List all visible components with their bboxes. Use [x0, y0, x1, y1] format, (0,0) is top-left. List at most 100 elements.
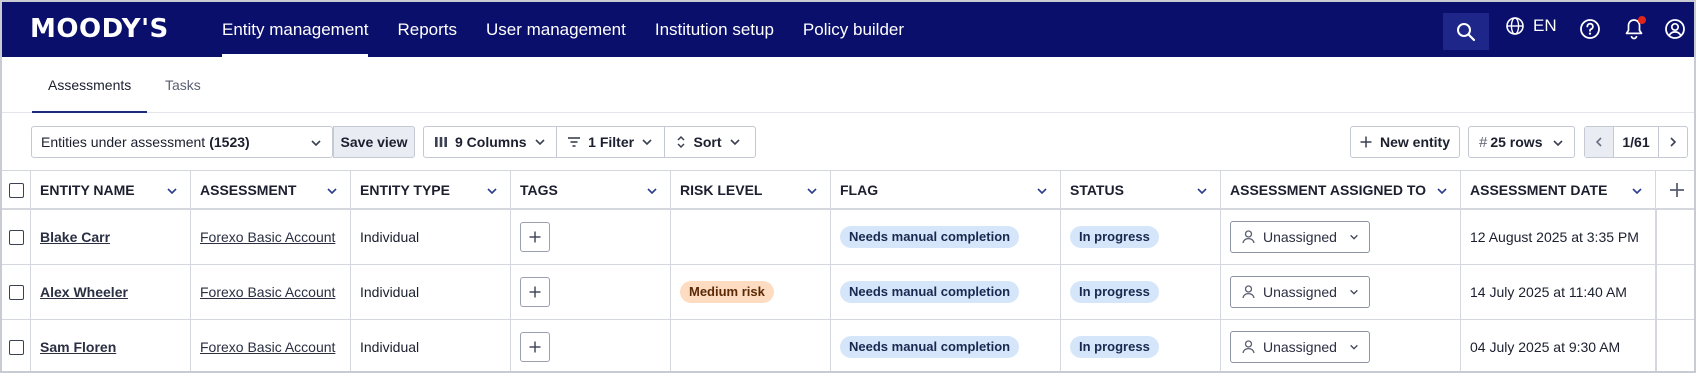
assessment-link[interactable]: Forexo Basic Account: [200, 229, 335, 245]
cell-flag: Needs manual completion: [831, 210, 1061, 264]
rows-per-page-select[interactable]: # 25 rows: [1468, 126, 1575, 158]
chevron-down-icon[interactable]: [166, 185, 178, 197]
row-checkbox[interactable]: [8, 229, 24, 245]
columns-icon: [435, 137, 447, 147]
chevron-down-icon[interactable]: [486, 185, 498, 197]
add-tag-button[interactable]: [520, 277, 550, 307]
header-label: TAGS: [520, 182, 558, 198]
row-select-cell: [2, 210, 31, 264]
cell-tags: [511, 210, 671, 264]
columns-button[interactable]: 9 Columns: [424, 127, 558, 157]
assignee-label: Unassigned: [1263, 229, 1337, 245]
user-icon: [1665, 19, 1685, 39]
status-badge: In progress: [1070, 281, 1159, 303]
save-view-button[interactable]: Save view: [333, 126, 415, 158]
view-label: Entities under assessment: [41, 134, 206, 150]
row-checkbox[interactable]: [8, 284, 24, 300]
tab-assessments[interactable]: Assessments: [31, 57, 148, 113]
notifications-button[interactable]: [1624, 16, 1646, 43]
new-entity-button[interactable]: New entity: [1350, 126, 1460, 158]
assignee-dropdown[interactable]: Unassigned: [1230, 331, 1370, 363]
cell-assessment-date: 14 July 2025 at 11:40 AM: [1461, 265, 1656, 319]
search-button[interactable]: [1443, 13, 1489, 50]
chevron-down-icon[interactable]: [1036, 185, 1048, 197]
add-column-button[interactable]: [1656, 171, 1694, 209]
cell-tags: [511, 265, 671, 319]
header-assessment[interactable]: ASSESSMENT: [191, 171, 351, 209]
nav-policy-builder[interactable]: Policy builder: [803, 2, 904, 57]
nav-institution-setup[interactable]: Institution setup: [655, 2, 774, 57]
nav-entity-management[interactable]: Entity management: [222, 2, 369, 57]
chevron-down-icon: [535, 139, 545, 146]
person-icon: [1242, 230, 1255, 244]
entity-name-link[interactable]: Alex Wheeler: [40, 284, 128, 300]
row-checkbox[interactable]: [8, 339, 24, 355]
moodys-logo[interactable]: MOODY'S: [30, 16, 169, 42]
assessment-date: 04 July 2025 at 9:30 AM: [1470, 339, 1621, 355]
entity-type: Individual: [360, 339, 420, 355]
rows-label: 25 rows: [1490, 134, 1543, 150]
entity-name-link[interactable]: Blake Carr: [40, 229, 110, 245]
add-tag-button[interactable]: [520, 332, 550, 362]
assessment-link[interactable]: Forexo Basic Account: [200, 339, 335, 355]
view-selector[interactable]: Entities under assessment (1523): [31, 126, 333, 158]
language-selector[interactable]: EN: [1505, 16, 1557, 36]
plus-icon: [1360, 136, 1372, 148]
user-profile-button[interactable]: [1664, 18, 1686, 43]
assignee-dropdown[interactable]: Unassigned: [1230, 276, 1370, 308]
header-tags[interactable]: TAGS: [511, 171, 671, 209]
chevron-down-icon[interactable]: [646, 185, 658, 197]
header-label: ASSESSMENT DATE: [1470, 182, 1608, 198]
help-icon: [1580, 19, 1600, 39]
previous-page-button[interactable]: [1585, 127, 1614, 157]
cell-assessment-date: 12 August 2025 at 3:35 PM: [1461, 210, 1656, 264]
header-flag[interactable]: FLAG: [831, 171, 1061, 209]
assignee-label: Unassigned: [1263, 339, 1337, 355]
chevron-down-icon[interactable]: [1436, 185, 1448, 197]
assessment-link[interactable]: Forexo Basic Account: [200, 284, 335, 300]
tab-tasks[interactable]: Tasks: [165, 57, 201, 113]
header-label: ASSESSMENT: [200, 182, 297, 198]
nav-reports[interactable]: Reports: [397, 2, 457, 57]
new-entity-label: New entity: [1379, 134, 1450, 150]
chevron-down-icon[interactable]: [1631, 185, 1643, 197]
assessment-date: 14 July 2025 at 11:40 AM: [1470, 284, 1627, 300]
header-assessment-date[interactable]: ASSESSMENT DATE: [1461, 171, 1656, 209]
assignee-dropdown[interactable]: Unassigned: [1230, 221, 1370, 253]
chevron-down-icon[interactable]: [326, 185, 338, 197]
header-status[interactable]: STATUS: [1061, 171, 1221, 209]
entity-name-link[interactable]: Sam Floren: [40, 339, 116, 355]
table-toolbar: Entities under assessment (1523) Save vi…: [2, 114, 1694, 170]
cell-entity-type: Individual: [351, 265, 511, 319]
help-button[interactable]: [1579, 18, 1601, 43]
table-header: ENTITY NAME ASSESSMENT ENTITY TYPE TAGS …: [2, 170, 1694, 210]
header-assessment-assigned-to[interactable]: ASSESSMENT ASSIGNED TO: [1221, 171, 1461, 209]
flag-badge: Needs manual completion: [840, 281, 1020, 303]
select-all-cell: [2, 171, 31, 209]
cell-assessment: Forexo Basic Account: [191, 265, 351, 319]
filter-button[interactable]: 1 Filter: [557, 127, 665, 157]
cell-flag: Needs manual completion: [831, 265, 1061, 319]
cell-entity-name: Blake Carr: [31, 210, 191, 264]
chevron-down-icon[interactable]: [806, 185, 818, 197]
chevron-down-icon: [1350, 234, 1358, 240]
add-column-gutter: [1656, 210, 1694, 371]
next-page-button[interactable]: [1658, 127, 1687, 157]
chevron-left-icon: [1595, 137, 1602, 147]
nav-user-management[interactable]: User management: [486, 2, 626, 57]
header-risk-level[interactable]: RISK LEVEL: [671, 171, 831, 209]
chevron-down-icon: [642, 139, 652, 146]
sort-button[interactable]: Sort: [665, 127, 755, 157]
chevron-down-icon: [1350, 344, 1358, 350]
person-icon: [1242, 340, 1255, 354]
add-tag-button[interactable]: [520, 222, 550, 252]
header-entity-name[interactable]: ENTITY NAME: [31, 171, 191, 209]
row-select-cell: [2, 320, 31, 371]
header-label: ASSESSMENT ASSIGNED TO: [1230, 182, 1427, 198]
cell-assessment: Forexo Basic Account: [191, 210, 351, 264]
sort-icon: [677, 135, 685, 149]
header-entity-type[interactable]: ENTITY TYPE: [351, 171, 511, 209]
status-badge: In progress: [1070, 226, 1159, 248]
select-all-checkbox[interactable]: [8, 182, 24, 198]
chevron-down-icon[interactable]: [1196, 185, 1208, 197]
